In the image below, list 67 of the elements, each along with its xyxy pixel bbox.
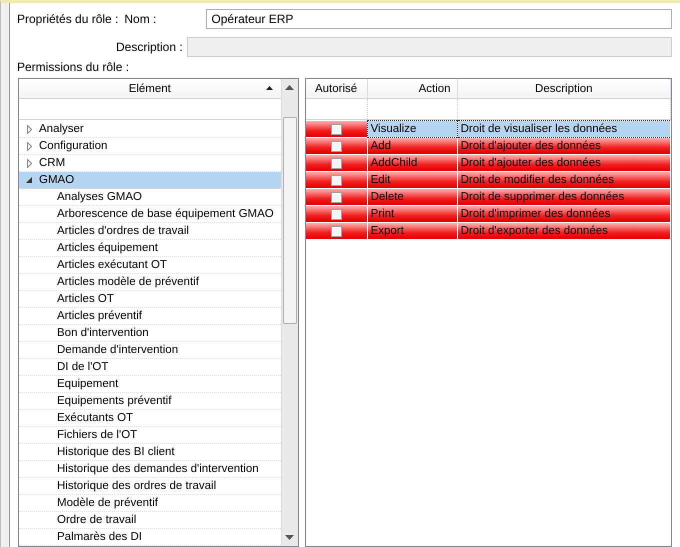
permission-row[interactable]: Export Droit d'exporter des données (306, 223, 671, 240)
permission-row[interactable]: AddChild Droit d'ajouter des données (306, 155, 671, 172)
action-cell: Delete (368, 189, 458, 205)
description-cell: Droit d'imprimer des données (458, 206, 671, 222)
section-label: Permissions du rôle : (17, 60, 130, 74)
scroll-down-icon[interactable] (285, 535, 294, 540)
description-cell: Droit d'exporter des données (458, 223, 671, 239)
permission-row[interactable]: Edit Droit de modifier des données (306, 172, 671, 189)
description-cell: Droit de visualiser les données (458, 121, 671, 137)
tree-item[interactable]: Modèle de préventif (19, 495, 281, 512)
tree-item[interactable]: GMAO (19, 172, 281, 189)
column-header[interactable]: Action (368, 79, 458, 98)
field-label: Description : (116, 40, 184, 54)
checkbox[interactable] (330, 208, 342, 220)
tree-item[interactable]: Demande d'intervention (19, 342, 281, 359)
tree-item[interactable]: Articles OT (19, 291, 281, 308)
tree-item[interactable]: Articles modèle de préventif (19, 274, 281, 291)
action-cell: AddChild (368, 155, 458, 171)
tree-item[interactable]: DI de l'OT (19, 359, 281, 376)
description-cell: Droit de supprimer des données (458, 189, 671, 205)
sort-up-icon (266, 86, 273, 90)
tree-item[interactable]: Historique des demandes d'intervention (19, 461, 281, 478)
action-cell: Edit (368, 172, 458, 188)
tree-item[interactable]: Palmarès des DI (19, 529, 281, 546)
scrollbar[interactable] (280, 79, 298, 546)
checkbox[interactable] (330, 174, 342, 186)
tree-item[interactable]: Articles exécutant OT (19, 257, 281, 274)
tree-item[interactable]: Analyses GMAO (19, 189, 281, 206)
field-label: Nom : (124, 12, 158, 26)
description-cell: Droit d'ajouter des données (458, 138, 671, 154)
action-cell: Add (368, 138, 458, 154)
tree-item[interactable]: Fichiers de l'OT (19, 427, 281, 444)
tree-item[interactable]: Equipement (19, 376, 281, 393)
description-cell: Droit d'ajouter des données (458, 155, 671, 171)
tree-item[interactable]: Ordre de travail (19, 512, 281, 529)
checkbox[interactable] (330, 124, 342, 134)
checkbox[interactable] (330, 226, 342, 236)
permission-row[interactable]: Visualize Droit de visualiser les données (306, 121, 671, 138)
tree-item[interactable]: Articles préventif (19, 308, 281, 325)
tree-item[interactable]: Exécutants OT (19, 410, 281, 427)
section-label: Propriétés du rôle : (17, 12, 118, 26)
tree-item[interactable]: Articles d'ordres de travail (19, 223, 281, 240)
action-cell: Print (368, 206, 458, 222)
tree-item[interactable]: Equipements préventif (19, 393, 281, 410)
action-cell: Export (368, 223, 458, 239)
tree-item[interactable]: Bon d'intervention (19, 325, 281, 342)
action-cell: Visualize (368, 121, 458, 137)
expanded-icon[interactable] (26, 177, 32, 183)
scroll-thumb[interactable] (282, 117, 297, 324)
tree-item[interactable]: Historique des BI client (19, 444, 281, 461)
tree-item[interactable]: Arborescence de base équipement GMAO (19, 206, 281, 223)
tree-item[interactable]: Configuration (19, 138, 281, 155)
permission-row[interactable]: Print Droit d'imprimer des données (306, 206, 671, 223)
tree-item[interactable]: Articles équipement (19, 240, 281, 257)
checkbox[interactable] (330, 140, 342, 152)
permission-row[interactable]: Delete Droit de supprimer des données (306, 189, 671, 206)
name-field[interactable]: Opérateur ERP (206, 9, 672, 29)
tree-item[interactable]: Historique des ordres de travail (19, 478, 281, 495)
column-header[interactable]: Autorisé (306, 79, 368, 98)
description-field[interactable] (187, 37, 672, 57)
permission-row[interactable]: Add Droit d'ajouter des données (306, 138, 671, 155)
tree-item[interactable]: Analyser (19, 121, 281, 138)
checkbox[interactable] (330, 158, 342, 168)
description-cell: Droit de modifier des données (458, 172, 671, 188)
scroll-up-icon[interactable] (285, 85, 294, 90)
column-header[interactable]: Description (458, 79, 671, 98)
checkbox[interactable] (330, 192, 342, 202)
